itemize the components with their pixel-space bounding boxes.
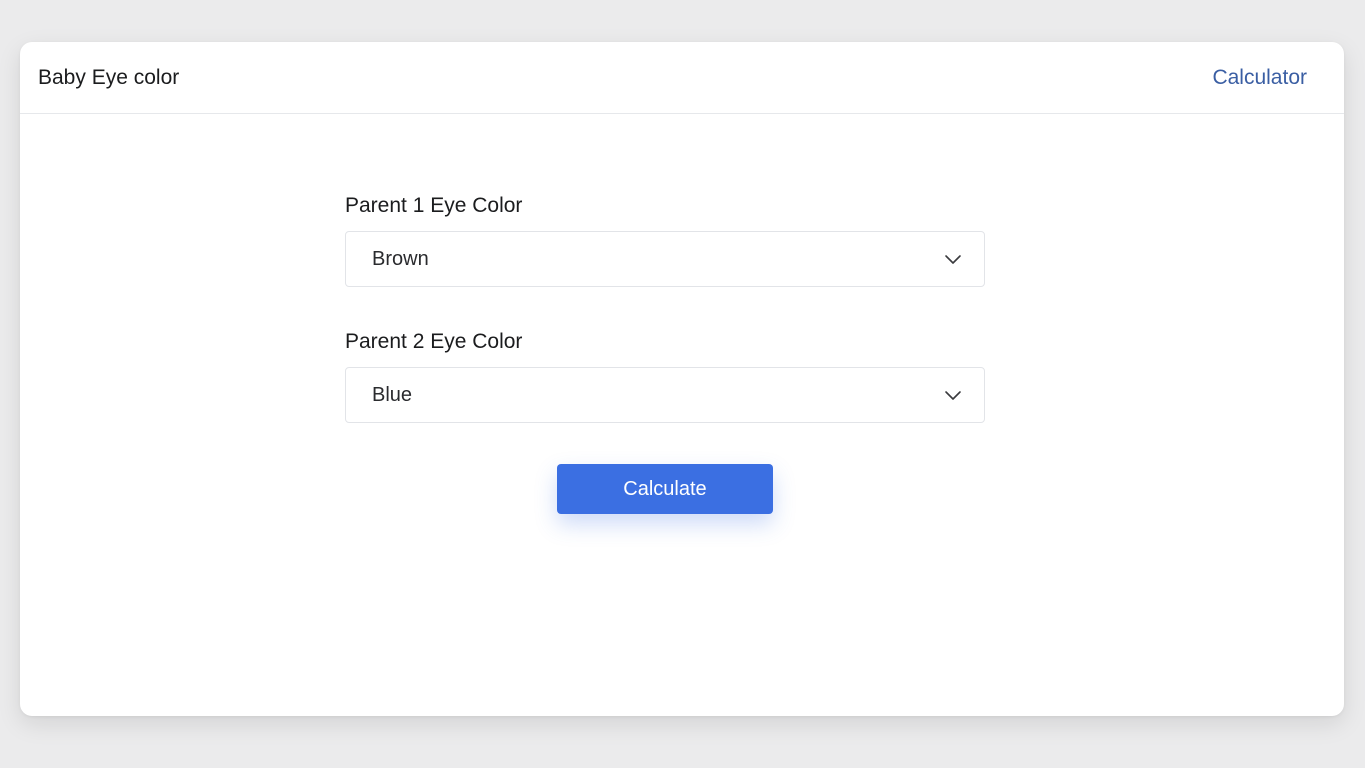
- parent1-selected-value: Brown: [372, 248, 429, 270]
- parent2-select[interactable]: Blue: [345, 367, 985, 423]
- chevron-down-icon: [945, 391, 961, 400]
- app-title: Baby Eye color: [38, 65, 180, 89]
- nav-link-calculator[interactable]: Calculator: [1212, 66, 1307, 90]
- parent1-label: Parent 1 Eye Color: [345, 194, 523, 217]
- parent1-select[interactable]: Brown: [345, 231, 985, 287]
- submit-area: Calculate: [557, 464, 773, 514]
- eye-color-form: Parent 1 Eye Color Brown Parent 2 Eye Co…: [345, 193, 985, 423]
- top-bar: Baby Eye color Calculator: [20, 42, 1344, 114]
- parent2-label: Parent 2 Eye Color: [345, 330, 523, 353]
- parent2-selected-value: Blue: [372, 384, 413, 406]
- chevron-down-icon: [945, 255, 961, 264]
- calculate-button[interactable]: Calculate: [557, 464, 773, 514]
